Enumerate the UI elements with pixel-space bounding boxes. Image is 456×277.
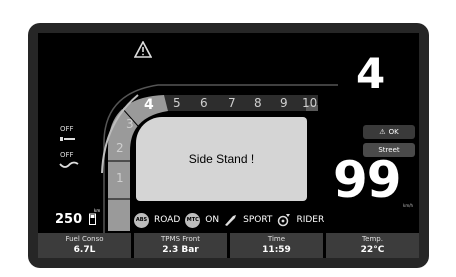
tachometer-band-inactive xyxy=(164,95,318,111)
info-label: Time xyxy=(267,235,286,243)
rider-mode-icon xyxy=(278,214,291,227)
info-label: TPMS Front xyxy=(161,235,200,243)
fuel-pump-icon xyxy=(89,213,96,225)
speed-unit: km/h xyxy=(403,203,414,208)
info-cell-temp: Temp. 22°C xyxy=(326,233,419,258)
tach-label-6: 6 xyxy=(200,96,208,110)
abs-badge: ABS xyxy=(134,212,149,228)
tach-label-9: 9 xyxy=(280,96,288,110)
engine-mode-label: SPORT xyxy=(243,215,273,225)
info-cell-fuel-conso: Fuel Conso 6.7L xyxy=(38,233,131,258)
info-value: 11:59 xyxy=(262,245,291,255)
tach-label-4: 4 xyxy=(144,97,154,113)
high-beam-icon xyxy=(60,137,75,141)
info-bar: Fuel Conso 6.7L TPMS Front 2.3 Bar Time … xyxy=(38,233,419,258)
mode-row: ABS ROAD MTC ON SPORT RIDER xyxy=(134,211,324,229)
engine-mode-icon xyxy=(225,215,237,226)
tach-label-5: 5 xyxy=(173,96,181,110)
mtc-mode-label: ON xyxy=(205,215,220,225)
speed-value: 99 xyxy=(333,151,402,209)
info-label: Temp. xyxy=(362,235,383,243)
fuel-range-value: 250 xyxy=(55,212,83,227)
info-cell-tpms-front: TPMS Front 2.3 Bar xyxy=(134,233,227,258)
tach-label-2: 2 xyxy=(116,141,124,155)
tach-label-3: 3 xyxy=(126,117,134,131)
dashboard-bezel: 1 2 3 4 5 6 7 8 9 10 OFF OFF Side Stand … xyxy=(28,23,429,268)
info-value: 6.7L xyxy=(73,245,96,255)
tach-label-10: 10 xyxy=(302,96,318,110)
tach-label-8: 8 xyxy=(254,96,262,110)
side-stand-warning: Side Stand ! xyxy=(136,117,307,201)
abs-mode-label: ROAD xyxy=(154,215,181,225)
abs-status-badge: ⚠ OK xyxy=(363,125,415,139)
dashboard-screen: 1 2 3 4 5 6 7 8 9 10 OFF OFF Side Stand … xyxy=(38,33,419,258)
side-stand-message: Side Stand ! xyxy=(188,152,255,166)
mtc-badge: MTC xyxy=(185,212,201,228)
info-cell-time: Time 11:59 xyxy=(230,233,323,258)
high-beam-status: OFF xyxy=(60,125,74,133)
warning-triangle-icon xyxy=(134,41,152,58)
traction-control-icon xyxy=(59,161,79,168)
info-value: 22°C xyxy=(360,245,385,255)
info-label: Fuel Conso xyxy=(65,235,104,243)
tach-label-1: 1 xyxy=(116,171,124,185)
info-value: 2.3 Bar xyxy=(162,245,199,255)
traction-status: OFF xyxy=(60,151,74,159)
tach-label-7: 7 xyxy=(228,96,236,110)
gear-indicator: 4 xyxy=(356,49,386,98)
rider-mode-label: RIDER xyxy=(296,215,325,225)
abs-status-text: OK xyxy=(388,128,399,136)
abs-warning-icon: ⚠ xyxy=(379,128,386,136)
